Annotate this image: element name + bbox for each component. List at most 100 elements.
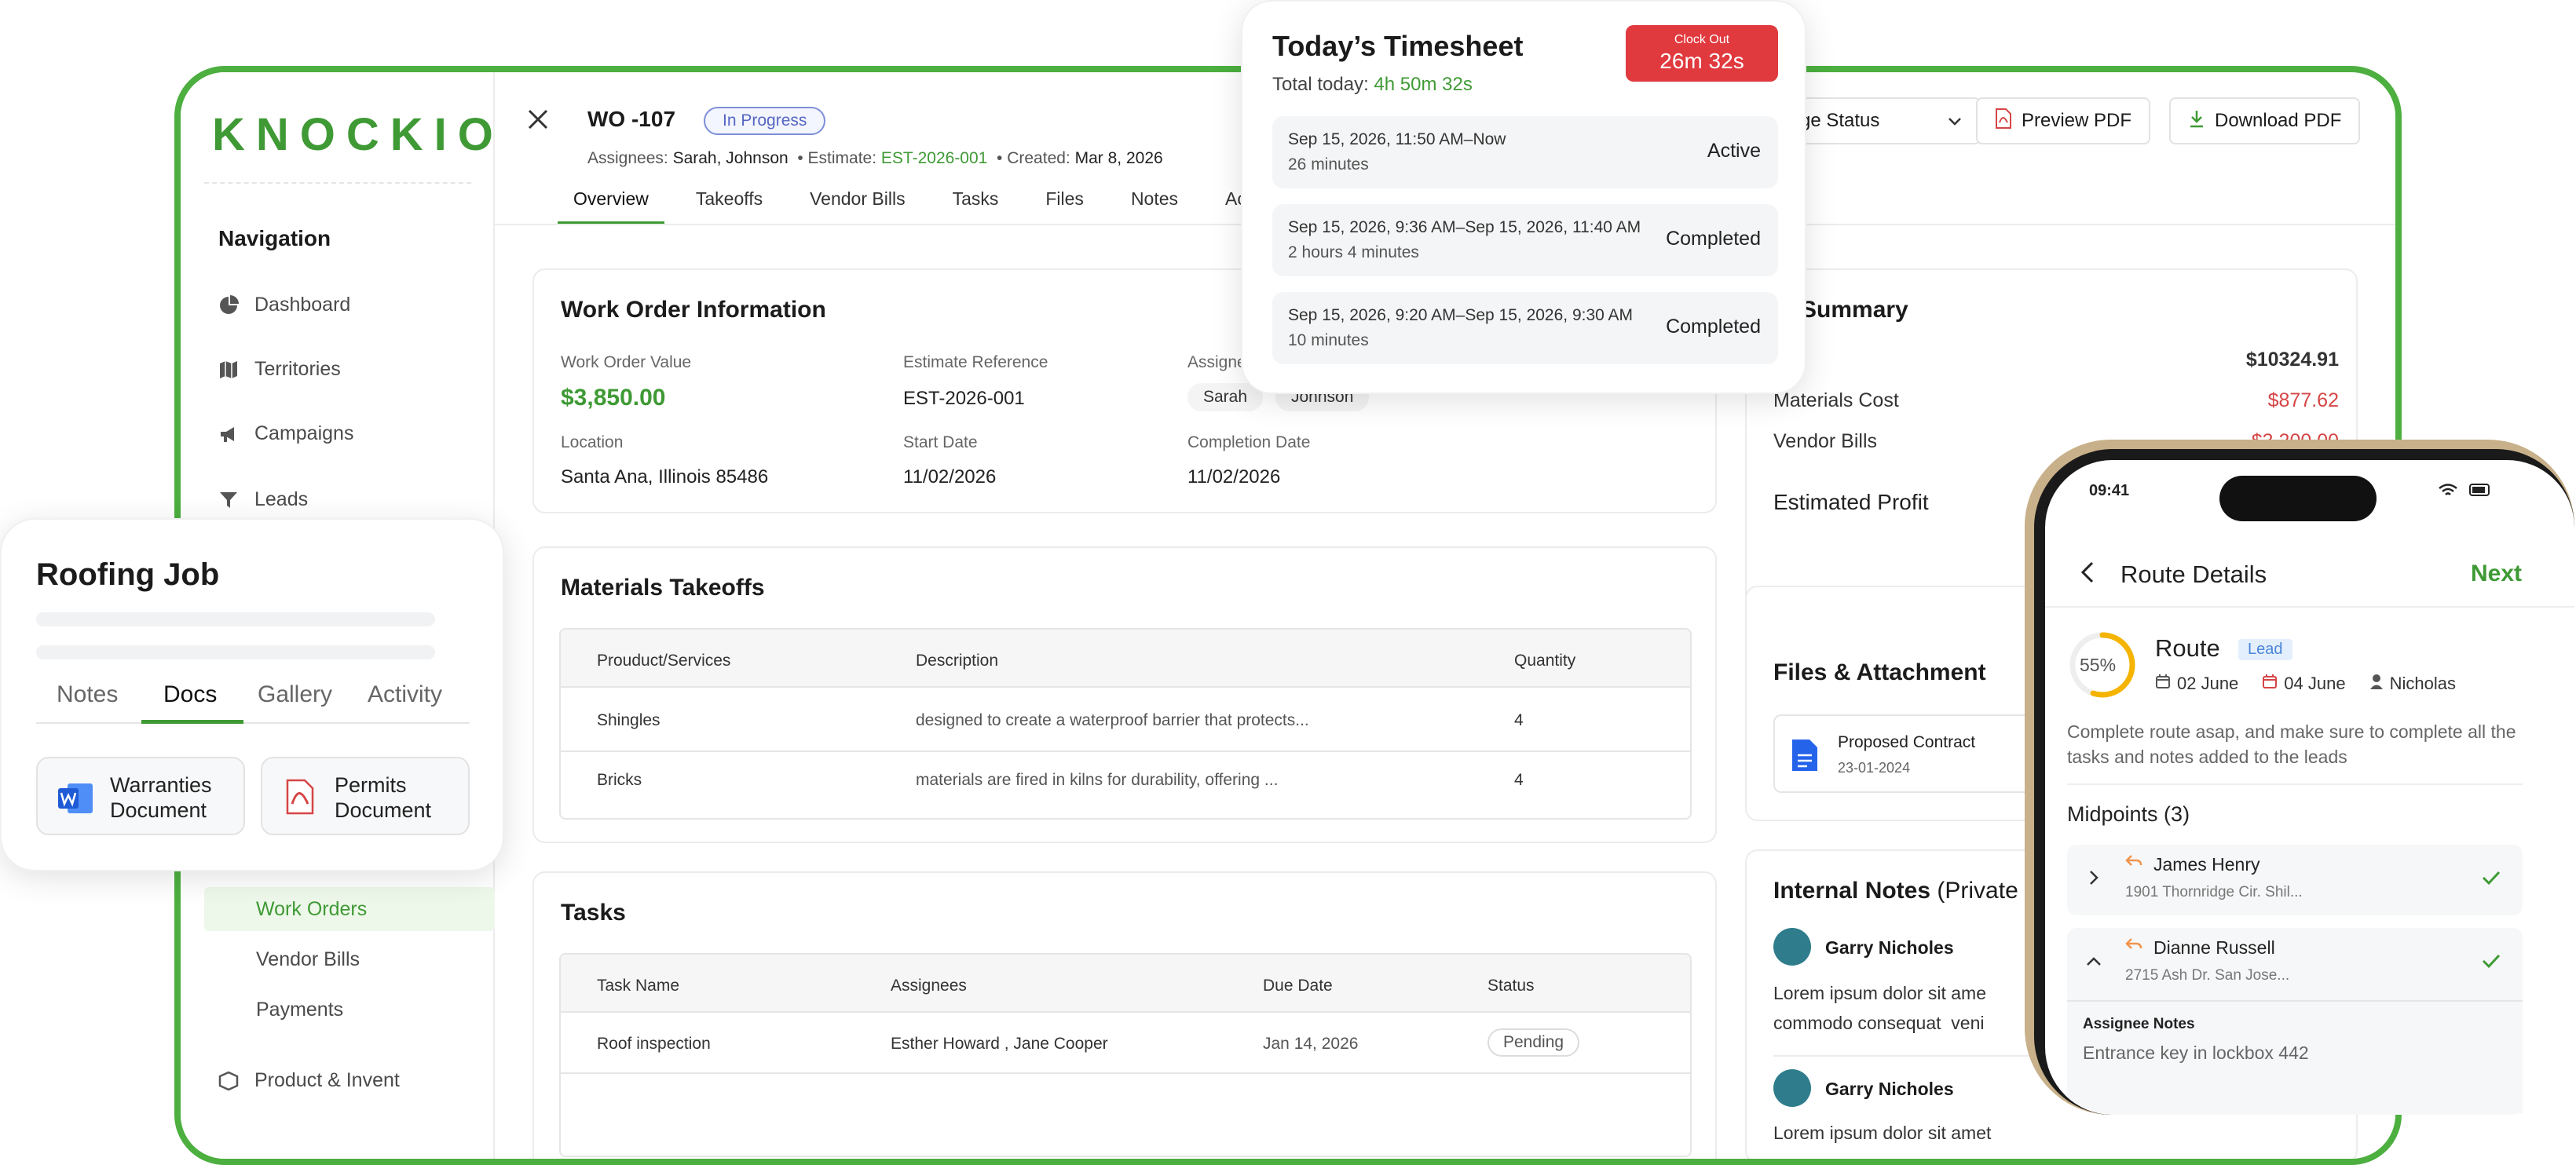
sidebar-item-campaigns[interactable]: Campaigns (218, 422, 353, 445)
download-pdf-button[interactable]: Download PDF (2169, 97, 2361, 144)
pie-chart-icon (218, 294, 239, 316)
sidebar-item-label: Dashboard (254, 294, 351, 316)
materials-table: Prouduct/Services Description Quantity S… (559, 628, 1692, 820)
cost-value: $877.62 (2267, 389, 2339, 411)
entry-duration: 10 minutes (1288, 331, 1369, 349)
tab-tasks[interactable]: Tasks (937, 184, 1015, 225)
word-icon (58, 782, 94, 819)
sidebar-item-vendor-bills[interactable]: Vendor Bills (256, 948, 360, 971)
timesheet-title: Today’s Timesheet (1272, 30, 1524, 62)
notes-title-suffix: (Private (1937, 878, 2018, 904)
back-chevron-icon[interactable] (2080, 561, 2095, 588)
value-label: Work Order Value (561, 353, 692, 371)
status-badge: In Progress (704, 107, 826, 135)
sidebar-item-leads[interactable]: Leads (218, 488, 308, 511)
change-status-dropdown[interactable]: ge Status (1783, 97, 1981, 144)
check-icon (2482, 870, 2501, 889)
created-label: • Created: (997, 149, 1070, 167)
sidebar-item-territories[interactable]: Territories (218, 358, 341, 381)
note-author: Garry Nicholes (1825, 937, 1954, 958)
tab-activity[interactable]: Activity (368, 681, 442, 708)
active-tab-indicator (141, 720, 243, 724)
tasks-table: Task Name Assignees Due Date Status Roof… (559, 953, 1692, 1157)
tab-files[interactable]: Files (1030, 184, 1100, 225)
table-cell: 4 (1514, 711, 1524, 729)
midpoint-name: Dianne Russell (2153, 937, 2275, 958)
column-header: Prouduct/Services (597, 652, 731, 670)
status-time: 09:41 (2089, 482, 2130, 499)
close-icon[interactable] (526, 104, 550, 139)
doc-card-warranties[interactable]: Warranties Document (36, 757, 245, 835)
tab-docs[interactable]: Docs (163, 681, 217, 708)
assignees-value: Sarah, Johnson (672, 149, 789, 167)
clock-out-time: 26m 32s (1659, 49, 1744, 73)
midpoint-card[interactable]: James Henry 1901 Thornridge Cir. Shil... (2067, 845, 2523, 915)
end-date: 04 June (2262, 674, 2346, 694)
midpoint-card-expanded[interactable]: Dianne Russell 2715 Ash Dr. San Jose... … (2067, 928, 2523, 1115)
midpoint-address: 2715 Ash Dr. San Jose... (2125, 967, 2290, 984)
tab-overview[interactable]: Overview (558, 184, 664, 225)
reroute-icon (2125, 937, 2142, 955)
start-date: 02 June (2155, 674, 2238, 694)
note-text: commodo consequat veni (1773, 1013, 1985, 1033)
next-button[interactable]: Next (2471, 561, 2522, 587)
doc-line: Document (335, 798, 432, 822)
file-date: 23-01-2024 (1838, 760, 1911, 776)
map-icon (218, 360, 239, 380)
tasks-card: Tasks Task Name Assignees Due Date Statu… (532, 871, 1717, 1159)
doc-card-permits[interactable]: Permits Document (261, 757, 470, 835)
roofing-job-popup: Roofing Job Notes Docs Gallery Activity … (0, 518, 504, 871)
card-title: Materials Takeoffs (561, 575, 765, 601)
start-date-label: Start Date (903, 433, 978, 451)
tabs-divider (36, 722, 470, 724)
table-cell: designed to create a waterproof barrier … (916, 711, 1309, 729)
table-cell: 4 (1514, 771, 1524, 789)
tab-gallery[interactable]: Gallery (258, 681, 332, 708)
reroute-icon (2125, 854, 2142, 872)
tab-takeoffs[interactable]: Takeoffs (680, 184, 778, 225)
tab-notes[interactable]: Notes (57, 681, 118, 708)
entry-range: Sep 15, 2026, 9:20 AM–Sep 15, 2026, 9:30… (1288, 306, 1634, 324)
timesheet-entry: Sep 15, 2026, 11:50 AM–Now 26 minutes Ac… (1272, 116, 1778, 188)
file-doc-icon (1791, 738, 1819, 776)
table-cell: Bricks (597, 771, 642, 789)
phone-bezel: 09:41 Route Details Next 55% Route Lead (2034, 449, 2574, 1115)
megaphone-icon (218, 424, 239, 444)
sidebar-item-dashboard[interactable]: Dashboard (218, 294, 350, 316)
sidebar-item-product-inventory[interactable]: Product & Invent (218, 1069, 400, 1092)
sidebar-item-payments[interactable]: Payments (256, 999, 343, 1021)
work-order-value: $3,850.00 (561, 385, 666, 411)
timesheet-entry: Sep 15, 2026, 9:36 AM–Sep 15, 2026, 11:4… (1272, 204, 1778, 276)
download-pdf-label: Download PDF (2215, 110, 2342, 131)
column-header: Due Date (1263, 977, 1333, 995)
column-header: Description (916, 652, 999, 670)
clock-out-button[interactable]: Clock Out 26m 32s (1626, 25, 1778, 82)
route-details-header: Route Details (2120, 561, 2267, 588)
column-header: Status (1487, 977, 1535, 995)
row-divider (561, 1072, 1690, 1074)
phone-screen: 09:41 Route Details Next 55% Route Lead (2045, 460, 2574, 1115)
work-order-meta: Assignees: Sarah, Johnson • Estimate: ES… (587, 149, 1163, 168)
sidebar-item-label: Territories (254, 358, 341, 380)
status-pill: Pending (1487, 1028, 1580, 1057)
check-icon (2482, 953, 2501, 973)
cost-value: $10324.91 (2245, 349, 2339, 371)
entry-duration: 26 minutes (1288, 155, 1369, 173)
assignee-chip: Sarah (1187, 383, 1264, 411)
assignee-notes-value: Entrance key in lockbox 442 (2083, 1043, 2309, 1063)
entry-range: Sep 15, 2026, 9:36 AM–Sep 15, 2026, 11:4… (1288, 218, 1641, 236)
total-label: Total today: (1272, 74, 1369, 95)
table-cell: materials are fired in kilns for durabil… (916, 771, 1279, 789)
skeleton-line (36, 612, 435, 626)
person-icon (2369, 674, 2384, 694)
tab-notes[interactable]: Notes (1115, 184, 1194, 225)
entry-status: Active (1707, 140, 1761, 162)
tab-vendor-bills[interactable]: Vendor Bills (794, 184, 920, 225)
sidebar-item-work-orders[interactable]: Work Orders (256, 898, 367, 921)
start-date-value: 02 June (2177, 674, 2239, 693)
end-date-value: 04 June (2284, 674, 2346, 693)
preview-pdf-label: Preview PDF (2022, 110, 2132, 131)
preview-pdf-button[interactable]: Preview PDF (1976, 97, 2151, 144)
assignees-label: Assignees: (587, 149, 668, 167)
estimate-link[interactable]: EST-2026-001 (881, 149, 987, 167)
